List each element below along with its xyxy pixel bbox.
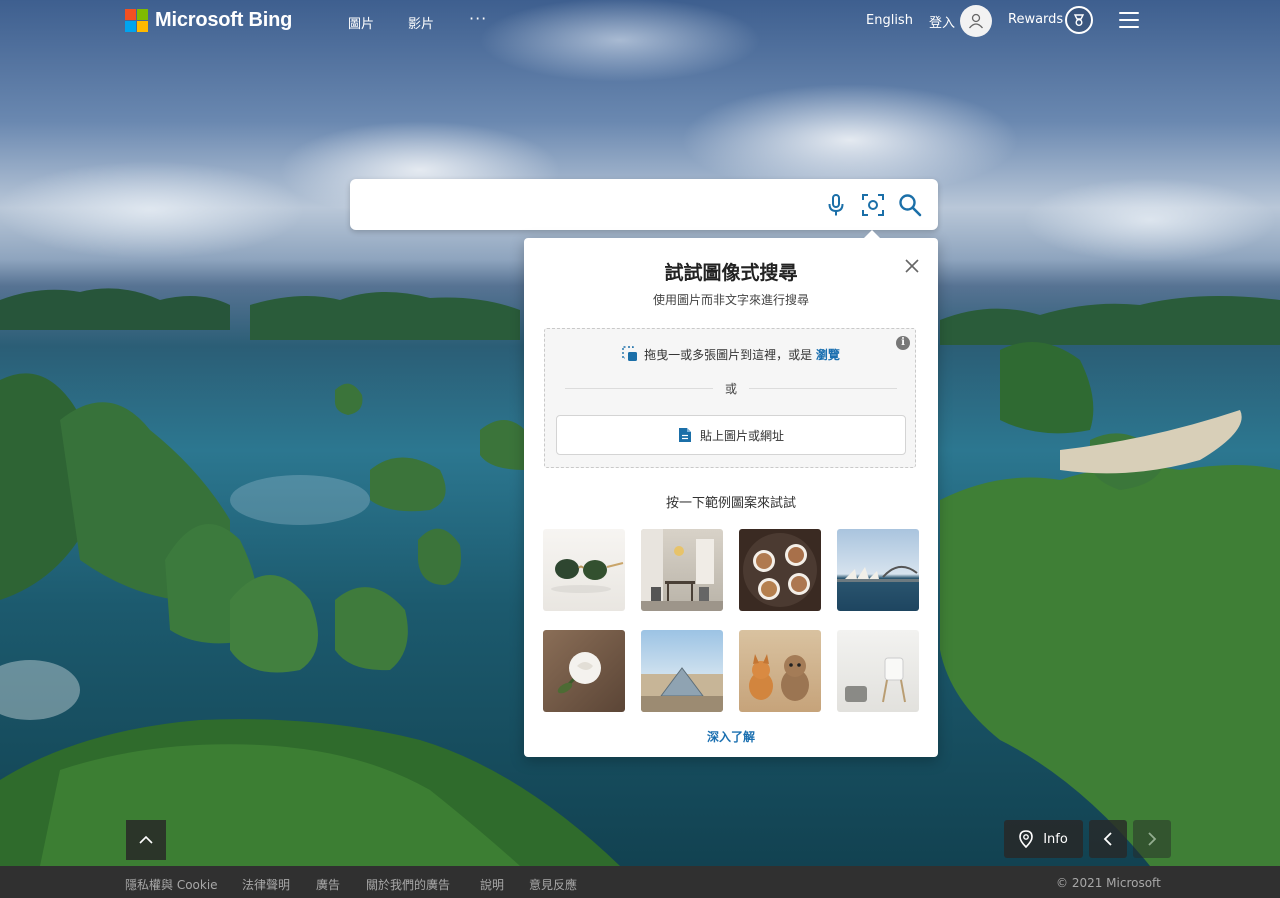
info-button[interactable]: Info <box>1004 820 1083 858</box>
microphone-icon[interactable] <box>823 192 849 218</box>
location-pin-icon <box>1019 830 1033 848</box>
close-icon[interactable] <box>903 257 921 275</box>
document-icon <box>678 428 691 442</box>
example-dogs[interactable] <box>739 630 821 712</box>
footer-link-about-ads[interactable]: 關於我們的廣告 <box>366 876 450 893</box>
scroll-up-button[interactable] <box>126 820 166 860</box>
nav-more[interactable]: ··· <box>469 9 487 28</box>
popup-title: 試試圖像式搜尋 <box>664 262 798 284</box>
footer-link-advertise[interactable]: 廣告 <box>316 876 340 893</box>
example-louvre[interactable] <box>641 630 723 712</box>
top-bar: Microsoft Bing 圖片 影片 ··· English 登入 Rewa… <box>0 0 1280 44</box>
drag-text: 拖曳一或多張圖片到這裡，或是 <box>644 348 813 362</box>
info-label: Info <box>1043 831 1068 847</box>
microsoft-logo-icon <box>125 9 148 32</box>
learn-more-link[interactable]: 深入了解 <box>524 728 938 745</box>
chevron-right-icon <box>1148 832 1157 846</box>
nav-videos[interactable]: 影片 <box>408 13 434 32</box>
copyright: © 2021 Microsoft <box>1056 876 1161 890</box>
or-divider: 或 <box>565 380 897 396</box>
footer-link-legal[interactable]: 法律聲明 <box>242 876 290 893</box>
example-sunglasses[interactable] <box>543 529 625 611</box>
footer-link-privacy[interactable]: 隱私權與 Cookie <box>125 876 218 893</box>
drag-image-icon <box>622 346 638 365</box>
signin-link[interactable]: 登入 <box>929 12 955 31</box>
brand-name: Microsoft Bing <box>155 9 293 31</box>
example-sydney-opera-house[interactable] <box>837 529 919 611</box>
example-dining-room[interactable] <box>641 529 723 611</box>
examples-label: 按一下範例圖案來試試 <box>665 496 796 511</box>
previous-image-button[interactable] <box>1089 820 1127 858</box>
chevron-left-icon <box>1103 832 1112 846</box>
footer-link-help[interactable]: 說明 <box>480 876 504 893</box>
rewards-icon[interactable] <box>1065 6 1093 34</box>
user-icon <box>968 13 984 29</box>
chevron-up-icon <box>139 835 153 844</box>
example-white-rose[interactable] <box>543 630 625 712</box>
footer: 隱私權與 Cookie 法律聲明 廣告 關於我們的廣告 說明 意見反應 © 20… <box>0 866 1280 898</box>
rewards-link[interactable]: Rewards <box>1008 12 1063 27</box>
paste-label: 貼上圖片或網址 <box>699 428 784 443</box>
bing-logo[interactable]: Microsoft Bing <box>125 9 292 32</box>
footer-link-feedback[interactable]: 意見反應 <box>529 876 577 893</box>
drag-instructions: 拖曳一或多張圖片到這裡，或是 瀏覽 <box>545 346 917 365</box>
popup-caret <box>864 230 880 238</box>
example-coffee[interactable] <box>739 529 821 611</box>
visual-search-panel: 試試圖像式搜尋 使用圖片而非文字來進行搜尋 i 拖曳一或多張圖片到這裡，或是 瀏… <box>524 230 938 757</box>
nav-images[interactable]: 圖片 <box>348 13 374 32</box>
image-drop-zone[interactable]: i 拖曳一或多張圖片到這裡，或是 瀏覽 或 貼上圖片或網址 <box>544 328 916 468</box>
next-image-button[interactable] <box>1133 820 1171 858</box>
menu-icon[interactable] <box>1119 12 1139 28</box>
search-icon[interactable] <box>897 192 923 218</box>
search-input[interactable] <box>366 191 810 219</box>
search-box <box>350 179 938 230</box>
browse-link[interactable]: 瀏覽 <box>816 348 840 362</box>
paste-image-button[interactable]: 貼上圖片或網址 <box>556 415 906 455</box>
avatar[interactable] <box>960 5 992 37</box>
example-chair[interactable] <box>837 630 919 712</box>
language-switch[interactable]: English <box>866 13 913 28</box>
popup-subtitle: 使用圖片而非文字來進行搜尋 <box>652 293 809 307</box>
visual-search-icon[interactable] <box>860 192 886 218</box>
